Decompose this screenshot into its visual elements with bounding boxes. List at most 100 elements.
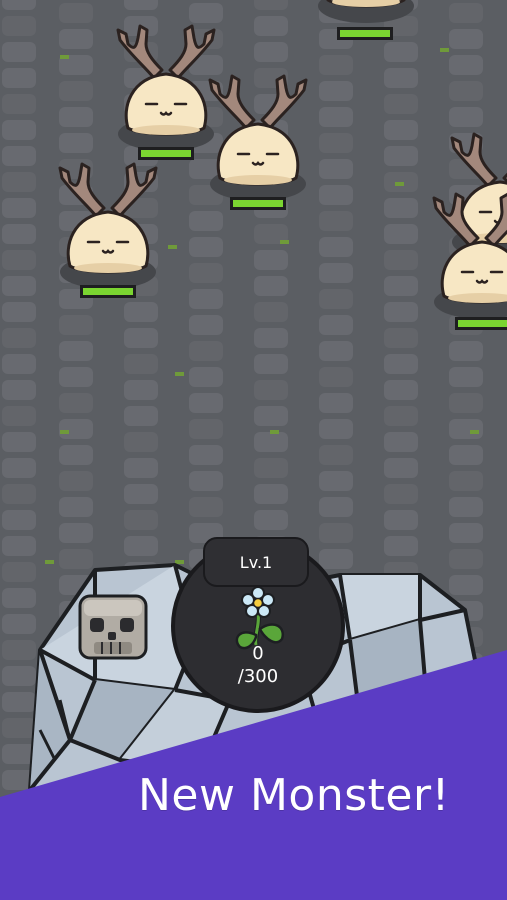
floor-brick	[449, 81, 483, 101]
floor-brick	[189, 3, 223, 23]
floor-brick	[384, 380, 418, 400]
floor-brick	[254, 380, 288, 400]
floor-brick	[124, 510, 158, 530]
moss-patch	[175, 372, 184, 376]
floor-brick	[449, 3, 483, 23]
floor-brick	[384, 224, 418, 244]
floor-brick	[449, 575, 483, 595]
floor-brick	[59, 523, 93, 543]
floor-brick	[2, 250, 36, 270]
floor-brick	[2, 406, 36, 426]
floor-brick	[2, 120, 36, 140]
floor-brick	[59, 133, 93, 153]
floor-brick	[384, 198, 418, 218]
floor-brick	[59, 471, 93, 491]
floor-brick	[2, 328, 36, 348]
floor-brick	[254, 354, 288, 374]
floor-brick	[189, 419, 223, 439]
floor-brick	[2, 16, 36, 36]
floor-brick	[2, 666, 36, 686]
moss-patch	[60, 55, 69, 59]
floor-brick	[319, 211, 353, 231]
floor-brick	[254, 250, 288, 270]
floor-brick	[384, 406, 418, 426]
floor-brick	[319, 185, 353, 205]
floor-brick	[319, 549, 353, 569]
xp-current: 0	[252, 643, 264, 664]
floor-brick	[384, 354, 418, 374]
floor-brick	[449, 523, 483, 543]
floor-brick	[189, 263, 223, 283]
floor-brick	[319, 263, 353, 283]
floor-brick	[254, 484, 288, 504]
floor-brick	[189, 393, 223, 413]
floor-brick	[319, 159, 353, 179]
floor-brick	[124, 0, 158, 10]
moss-patch	[270, 430, 279, 434]
floor-brick	[384, 94, 418, 114]
floor-brick	[124, 354, 158, 374]
floor-brick	[2, 42, 36, 62]
floor-brick	[449, 549, 483, 569]
floor-brick	[384, 120, 418, 140]
floor-brick	[2, 562, 36, 582]
floor-brick	[2, 354, 36, 374]
floor-brick	[2, 302, 36, 322]
floor-brick	[449, 445, 483, 465]
game-scene[interactable]	[0, 0, 507, 900]
floor-brick	[254, 328, 288, 348]
floor-brick	[449, 341, 483, 361]
floor-brick	[254, 406, 288, 426]
floor-brick	[124, 406, 158, 426]
floor-brick	[319, 289, 353, 309]
floor-brick	[124, 432, 158, 452]
floor-brick	[189, 471, 223, 491]
floor-brick	[319, 497, 353, 517]
floor-brick	[254, 0, 288, 10]
moss-patch	[45, 560, 54, 564]
floor-brick	[384, 458, 418, 478]
floor-brick	[59, 341, 93, 361]
floor-brick	[384, 302, 418, 322]
xp-target: /300	[237, 666, 279, 687]
floor-brick	[254, 458, 288, 478]
floor-brick	[2, 536, 36, 556]
floor-brick	[2, 224, 36, 244]
banner-title: New Monster!	[138, 770, 450, 821]
floor-brick	[189, 211, 223, 231]
floor-brick	[59, 29, 93, 49]
skull-block-icon[interactable]	[78, 594, 148, 660]
moss-patch	[175, 560, 184, 564]
floor-brick	[319, 471, 353, 491]
floor-brick	[449, 419, 483, 439]
floor-brick	[319, 419, 353, 439]
floor-brick	[384, 536, 418, 556]
floor-brick	[254, 42, 288, 62]
moss-patch	[470, 430, 479, 434]
floor-brick	[319, 55, 353, 75]
floor-brick	[254, 16, 288, 36]
floor-brick	[384, 432, 418, 452]
floor-brick	[59, 549, 93, 569]
floor-brick	[2, 692, 36, 712]
floor-brick	[319, 393, 353, 413]
floor-brick	[384, 250, 418, 270]
floor-brick	[319, 341, 353, 361]
floor-brick	[2, 94, 36, 114]
floor-brick	[2, 146, 36, 166]
floor-brick	[189, 445, 223, 465]
floor-brick	[449, 393, 483, 413]
floor-brick	[254, 510, 288, 530]
moss-patch	[440, 48, 449, 52]
floor-brick	[319, 367, 353, 387]
floor-brick	[59, 497, 93, 517]
floor-brick	[189, 497, 223, 517]
floor-brick	[124, 302, 158, 322]
monster-health-bar	[337, 27, 393, 40]
xp-counter: 0 /300	[208, 642, 308, 688]
floor-brick	[319, 133, 353, 153]
floor-brick	[2, 718, 36, 738]
floor-brick	[59, 445, 93, 465]
floor-brick	[2, 432, 36, 452]
level-label: Lv.1	[239, 552, 273, 572]
